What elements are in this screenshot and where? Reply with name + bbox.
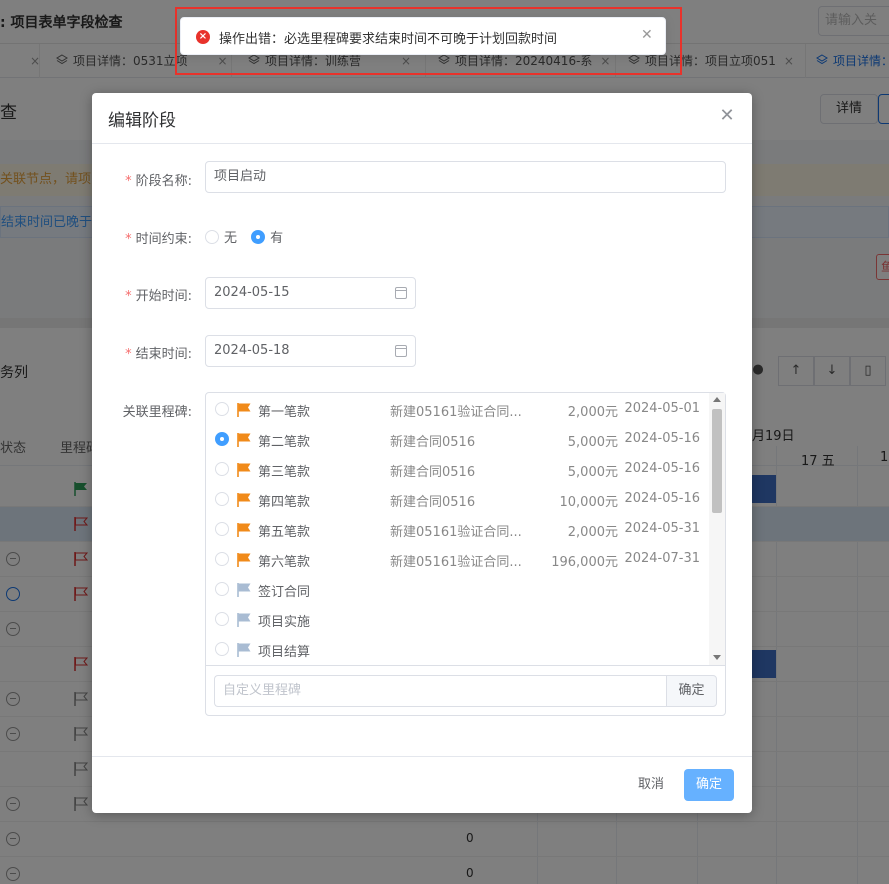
milestone-label: 关联里程碑: — [122, 405, 192, 420]
flag-icon — [237, 643, 251, 657]
radio-button[interactable] — [215, 432, 229, 446]
flag-icon — [237, 433, 251, 447]
dialog-title: 编辑阶段 — [108, 111, 176, 131]
milestone-contract: 新建05161验证合同... — [390, 525, 522, 540]
radio-button[interactable] — [215, 612, 229, 626]
radio-yes[interactable]: 有 — [251, 230, 283, 246]
milestone-name: 第五笔款 — [258, 525, 311, 540]
stage-name-input[interactable]: 项目启动 — [205, 161, 726, 193]
divider — [92, 143, 752, 144]
close-icon[interactable]: ✕ — [718, 107, 736, 125]
flag-icon — [237, 493, 251, 507]
cancel-button[interactable]: 取消 — [625, 769, 677, 801]
radio-button[interactable] — [215, 552, 229, 566]
milestone-option[interactable]: 第二笔款 新建合同0516 5,000元 2024-05-16 — [206, 424, 709, 454]
radio-button[interactable] — [251, 230, 266, 244]
radio-button[interactable] — [215, 492, 229, 506]
scrollbar[interactable] — [709, 393, 725, 665]
milestone-date: 2024-05-16 — [624, 431, 700, 446]
calendar-icon[interactable] — [395, 287, 407, 299]
scroll-up-arrow[interactable] — [713, 397, 721, 402]
divider — [206, 665, 725, 666]
flag-icon — [237, 583, 251, 597]
milestone-amount: 5,000元 — [567, 465, 618, 480]
milestone-list[interactable]: 第一笔款 新建05161验证合同... 2,000元 2024-05-01 第二笔款 新建… — [206, 393, 709, 665]
milestone-option[interactable]: 第一笔款 新建05161验证合同... 2,000元 2024-05-01 — [206, 394, 709, 424]
milestone-amount: 2,000元 — [567, 525, 618, 540]
radio-button[interactable] — [215, 402, 229, 416]
milestone-date: 2024-05-01 — [624, 401, 700, 416]
milestone-option[interactable]: 第三笔款 新建合同0516 5,000元 2024-05-16 — [206, 454, 709, 484]
error-toast: × 操作出错：必选里程碑要求结束时间不可晚于计划回款时间 ✕ — [180, 17, 666, 55]
milestone-name: 项目结算 — [258, 645, 311, 660]
custom-milestone-input[interactable]: 自定义里程碑 — [214, 675, 666, 707]
milestone-option[interactable]: 第五笔款 新建05161验证合同... 2,000元 2024-05-31 — [206, 514, 709, 544]
milestone-amount: 2,000元 — [567, 405, 618, 420]
milestone-selector: 第一笔款 新建05161验证合同... 2,000元 2024-05-01 第二笔款 新建… — [205, 392, 726, 716]
flag-icon — [237, 553, 251, 567]
milestone-name: 签订合同 — [258, 585, 311, 600]
error-icon: × — [196, 30, 210, 44]
calendar-icon[interactable] — [395, 345, 407, 357]
milestone-date: 2024-05-31 — [624, 521, 700, 536]
radio-none[interactable]: 无 — [205, 230, 237, 246]
milestone-amount: 196,000元 — [551, 555, 618, 570]
toast-message: 操作出错：必选里程碑要求结束时间不可晚于计划回款时间 — [219, 32, 558, 47]
edit-stage-dialog: 编辑阶段 ✕ * 阶段名称: 项目启动 * 时间约束: 无 有 * 开始时间: 202… — [92, 93, 752, 813]
confirm-button[interactable]: 确定 — [684, 769, 734, 801]
flag-icon — [237, 523, 251, 537]
divider — [92, 756, 752, 757]
start-time-label: * 开始时间: — [125, 289, 192, 304]
flag-icon — [237, 463, 251, 477]
milestone-option[interactable]: 第六笔款 新建05161验证合同... 196,000元 2024-07-31 — [206, 544, 709, 574]
milestone-name: 第四笔款 — [258, 495, 311, 510]
milestone-name: 第六笔款 — [258, 555, 311, 570]
stage-name-label: * 阶段名称: — [125, 174, 192, 189]
milestone-name: 项目实施 — [258, 615, 311, 630]
milestone-contract: 新建05161验证合同... — [390, 555, 522, 570]
scroll-down-arrow[interactable] — [713, 655, 721, 660]
milestone-amount: 5,000元 — [567, 435, 618, 450]
milestone-name: 第二笔款 — [258, 435, 311, 450]
scroll-thumb[interactable] — [712, 409, 722, 513]
flag-icon — [237, 403, 251, 417]
radio-button[interactable] — [205, 230, 219, 244]
milestone-contract: 新建合同0516 — [390, 495, 476, 510]
milestone-contract: 新建合同0516 — [390, 465, 476, 480]
milestone-contract: 新建05161验证合同... — [390, 405, 522, 420]
radio-button[interactable] — [215, 522, 229, 536]
milestone-amount: 10,000元 — [559, 495, 619, 510]
time-constraint-label: * 时间约束: — [125, 232, 192, 247]
custom-milestone-confirm-button[interactable]: 确定 — [666, 675, 717, 707]
milestone-option[interactable]: 项目结算 — [206, 634, 709, 664]
milestone-date: 2024-07-31 — [624, 551, 700, 566]
flag-icon — [237, 613, 251, 627]
milestone-option[interactable]: 第四笔款 新建合同0516 10,000元 2024-05-16 — [206, 484, 709, 514]
radio-button[interactable] — [215, 642, 229, 656]
milestone-option[interactable]: 签订合同 — [206, 574, 709, 604]
radio-button[interactable] — [215, 582, 229, 596]
end-date-picker[interactable]: 2024-05-18 — [205, 335, 416, 367]
milestone-date: 2024-05-16 — [624, 491, 700, 506]
start-date-picker[interactable]: 2024-05-15 — [205, 277, 416, 309]
end-time-label: * 结束时间: — [125, 347, 192, 362]
close-icon[interactable]: ✕ — [641, 27, 653, 43]
milestone-date: 2024-05-16 — [624, 461, 700, 476]
radio-button[interactable] — [215, 462, 229, 476]
milestone-contract: 新建合同0516 — [390, 435, 476, 450]
milestone-name: 第一笔款 — [258, 405, 311, 420]
milestone-name: 第三笔款 — [258, 465, 311, 480]
milestone-option[interactable]: 项目实施 — [206, 604, 709, 634]
time-constraint-radio-group: 无 有 — [205, 227, 293, 247]
